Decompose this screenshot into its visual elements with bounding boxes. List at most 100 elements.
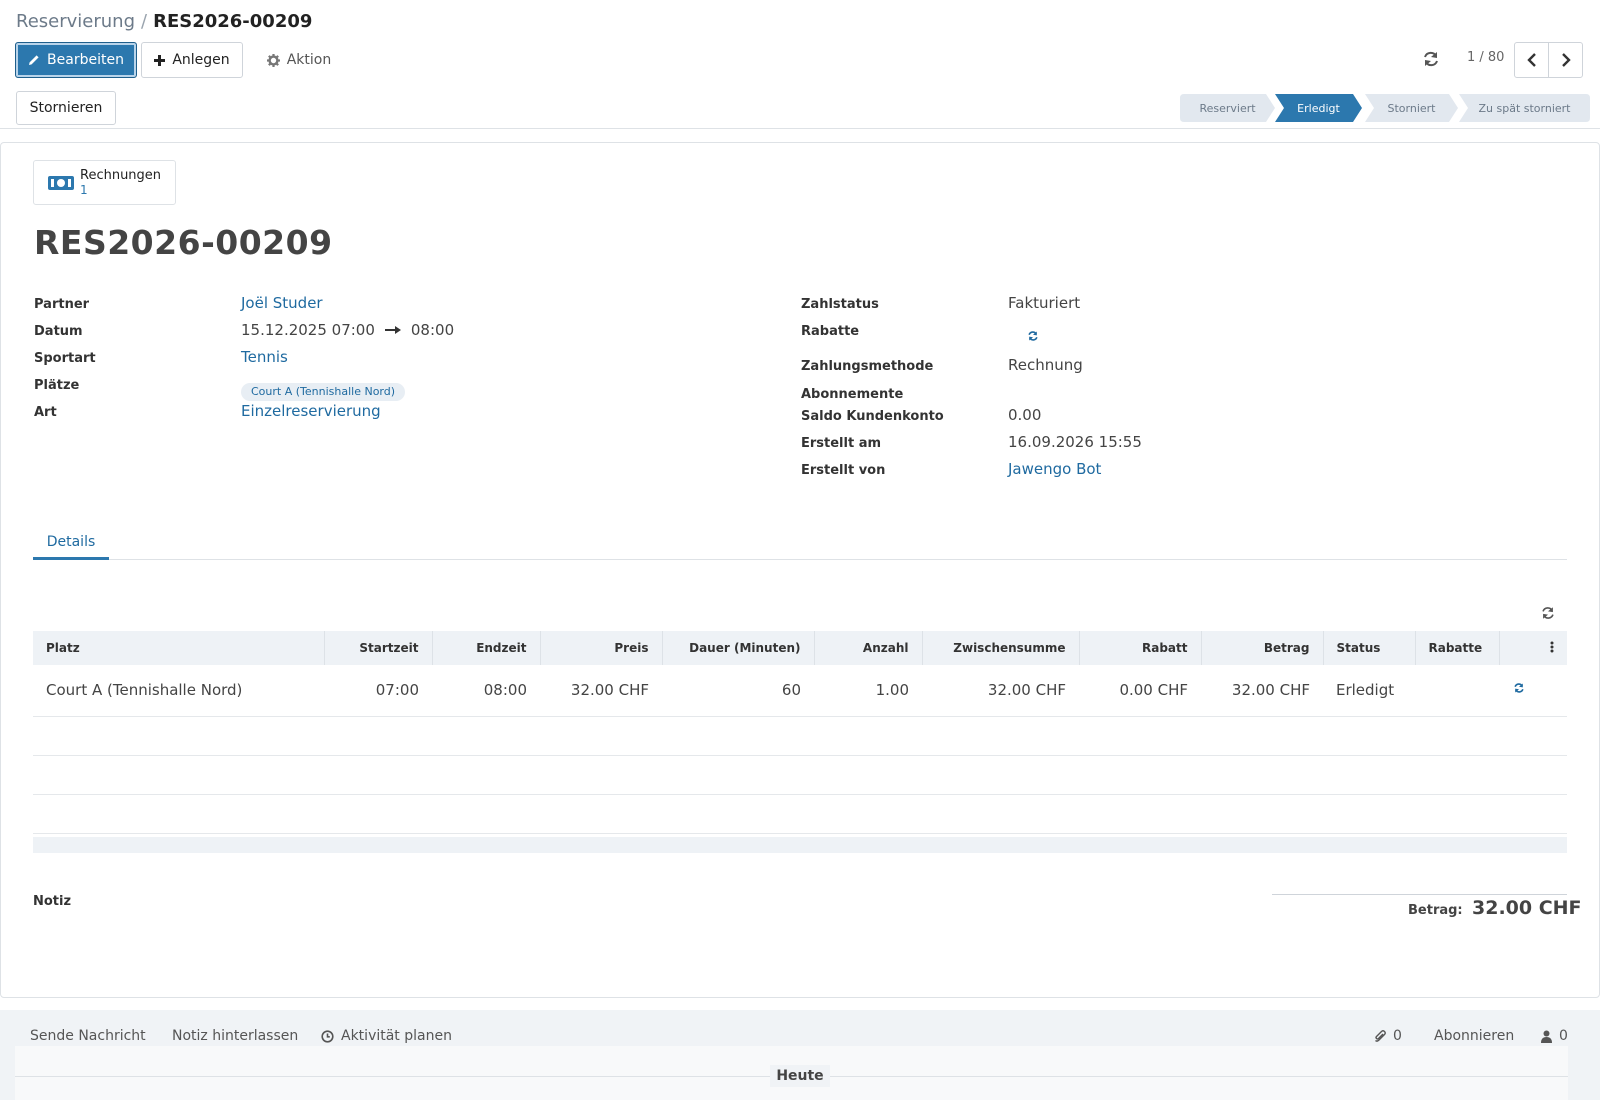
column-header[interactable]: Betrag [1201, 631, 1324, 665]
discounts-refresh-icon[interactable] [1026, 329, 1040, 343]
type-value[interactable]: Einzelreservierung [241, 402, 381, 420]
partner-value[interactable]: Joël Studer [241, 294, 323, 312]
chevron-left-icon [1526, 53, 1536, 67]
cancel-reservation-button[interactable]: Stornieren [16, 91, 116, 125]
paystatus-value: Fakturiert [1008, 294, 1081, 312]
log-note-label: Notiz hinterlassen [172, 1028, 299, 1044]
chevron-right-icon [1561, 53, 1571, 67]
stage-cancelled[interactable]: Storniert [1365, 94, 1458, 122]
created-label: Erstellt am [801, 436, 882, 451]
sport-label: Sportart [34, 351, 96, 366]
cell-duration: 60 [662, 665, 814, 717]
record-title: RES2026-00209 [34, 223, 333, 262]
courts-label: Plätze [34, 378, 80, 393]
cell-quantity: 1.00 [814, 665, 922, 717]
arrow-right-icon [384, 326, 401, 334]
column-header[interactable]: Preis [540, 631, 663, 665]
balance-value: 0.00 [1008, 406, 1042, 424]
cell-subtotal: 32.00 CHF [922, 665, 1079, 717]
tab-details[interactable]: Details [33, 526, 109, 560]
column-header[interactable]: Startzeit [324, 631, 433, 665]
subscriptions-label: Abonnemente [801, 387, 904, 402]
money-icon [48, 175, 74, 190]
column-header[interactable]: Rabatt [1079, 631, 1202, 665]
column-header[interactable]: Endzeit [432, 631, 541, 665]
table-refresh-icon[interactable] [1539, 604, 1557, 622]
cell-court: Court A (Tennishalle Nord) [33, 665, 324, 717]
create-button[interactable]: Anlegen [141, 42, 243, 78]
paystatus-label: Zahlstatus [801, 297, 879, 312]
plus-icon [154, 54, 166, 66]
edit-button[interactable]: Bearbeiten [15, 42, 137, 78]
column-header[interactable]: Anzahl [814, 631, 923, 665]
send-message-label: Sende Nachricht [30, 1028, 146, 1044]
cell-start: 07:00 [324, 665, 432, 717]
smart-button-label: Rechnungen [80, 167, 162, 183]
cell-end: 08:00 [432, 665, 540, 717]
cell-discounts [1415, 665, 1499, 717]
cancel-label: Stornieren [29, 100, 103, 116]
send-message-button[interactable]: Sende Nachricht [30, 1028, 146, 1044]
breadcrumb-current: RES2026-00209 [153, 11, 313, 32]
column-header[interactable]: Zwischensumme [922, 631, 1080, 665]
discounts-label: Rabatte [801, 324, 860, 339]
breadcrumb-parent[interactable]: Reservierung [16, 11, 135, 32]
empty-row [33, 794, 1567, 834]
creator-value[interactable]: Jawengo Bot [1008, 460, 1101, 478]
type-label: Art [34, 405, 57, 420]
total-value: 32.00 CHF [1472, 897, 1582, 919]
paymethod-label: Zahlungsmethode [801, 359, 934, 374]
court-tag[interactable]: Court A (Tennishalle Nord) [241, 383, 406, 401]
stage-cancelled-late[interactable]: Zu spät storniert [1459, 94, 1590, 122]
row-refresh-icon[interactable] [1512, 681, 1526, 695]
optional-columns-toggle[interactable] [1499, 631, 1567, 665]
control-panel: Reservierung / RES2026-00209 Bearbeiten An… [0, 0, 1600, 129]
stage-done[interactable]: Erledigt [1275, 94, 1362, 122]
invoices-smart-button[interactable]: Rechnungen 1 [33, 160, 176, 205]
sport-value[interactable]: Tennis [241, 348, 288, 366]
date-separator-label: Heute [770, 1065, 830, 1087]
action-dropdown[interactable]: Aktion [262, 42, 336, 78]
column-header[interactable]: Platz [33, 631, 325, 665]
total-label: Betrag: [1408, 903, 1463, 918]
followers-button[interactable]: 0 [1541, 1028, 1568, 1044]
pager-value[interactable]: 1 / 80 [1467, 50, 1504, 65]
date-end[interactable]: 08:00 [411, 321, 454, 339]
column-header[interactable]: Dauer (Minuten) [662, 631, 815, 665]
refresh-icon[interactable] [1420, 48, 1442, 70]
column-header[interactable]: Status [1323, 631, 1416, 665]
followers-count: 0 [1559, 1028, 1568, 1044]
follow-button[interactable]: Abonnieren [1434, 1028, 1514, 1044]
paperclip-icon [1375, 1030, 1386, 1042]
attachments-count: 0 [1393, 1028, 1402, 1044]
cell-discount: 0.00 CHF [1079, 665, 1201, 717]
cell-action [1499, 665, 1567, 717]
log-note-button[interactable]: Notiz hinterlassen [172, 1028, 298, 1044]
schedule-activity-button[interactable]: Aktivität planen [321, 1028, 452, 1044]
cell-status: Erledigt [1323, 665, 1415, 717]
message-thread: Heute [15, 1046, 1568, 1100]
chatter: Sende Nachricht Notiz hinterlassen Aktiv… [0, 1010, 1600, 1100]
create-label: Anlegen [172, 52, 230, 68]
follow-label: Abonnieren [1434, 1028, 1515, 1044]
edit-label: Bearbeiten [47, 52, 124, 68]
breadcrumb-separator: / [141, 11, 148, 32]
date-start[interactable]: 15.12.2025 07:00 [241, 321, 375, 339]
date-label: Datum [34, 324, 83, 339]
action-label: Aktion [286, 52, 332, 68]
notes-label: Notiz [33, 894, 72, 909]
breadcrumb: Reservierung / RES2026-00209 [16, 10, 312, 34]
user-icon [1541, 1030, 1552, 1043]
pager-next-button[interactable] [1548, 42, 1583, 78]
table-footer [33, 837, 1567, 853]
pager-previous-button[interactable] [1514, 42, 1549, 78]
balance-label: Saldo Kundenkonto [801, 409, 944, 424]
cell-price: 32.00 CHF [540, 665, 662, 717]
paymethod-value: Rechnung [1008, 356, 1083, 374]
attachments-button[interactable]: 0 [1374, 1028, 1402, 1044]
stage-reserved[interactable]: Reserviert [1180, 94, 1275, 122]
column-header[interactable]: Rabatte [1415, 631, 1500, 665]
schedule-activity-label: Aktivität planen [341, 1028, 452, 1044]
table-row[interactable]: Court A (Tennishalle Nord) 07:00 08:00 3… [33, 665, 1567, 717]
clock-icon [321, 1029, 334, 1043]
